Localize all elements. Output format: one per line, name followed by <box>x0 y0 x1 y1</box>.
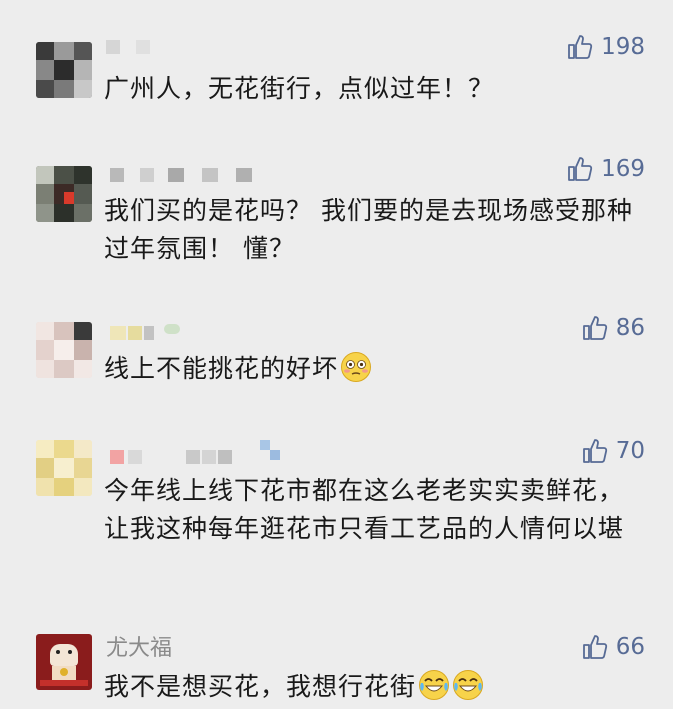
comment-text: 线上不能挑花的好坏 <box>104 350 649 388</box>
thumbs-up-icon <box>582 316 607 340</box>
comment-text: 今年线上线下花市都在这么老老实实卖鲜花，让我这种每年逛花市只看工艺品的人情何以堪 <box>104 476 625 543</box>
thumbs-up-icon <box>582 439 607 463</box>
tears-of-joy-emoji <box>453 670 484 700</box>
avatar[interactable] <box>36 634 92 690</box>
thumbs-up-icon <box>568 35 593 59</box>
avatar[interactable] <box>36 440 92 496</box>
author-name[interactable]: 尤大福 <box>106 636 172 661</box>
like-count: 169 <box>601 156 645 182</box>
thumbs-up-icon <box>568 157 593 181</box>
thumbs-up-icon <box>582 635 607 659</box>
comment-text: 我们买的是花吗？ 我们要的是去现场感受那种过年氛围！ 懂？ <box>104 196 633 263</box>
flushed-face-emoji <box>341 352 372 382</box>
comment-text: 广州人，无花街行，点似过年！？ <box>104 74 495 103</box>
comment-text: 我不是想买花，我想行花街 <box>104 668 649 706</box>
like-button[interactable]: 70 <box>582 436 645 466</box>
avatar[interactable] <box>36 322 92 378</box>
like-count: 66 <box>615 634 645 660</box>
like-button[interactable]: 86 <box>582 313 645 343</box>
avatar[interactable] <box>36 166 92 222</box>
like-button[interactable]: 169 <box>567 154 645 184</box>
like-button[interactable]: 198 <box>567 32 645 62</box>
tears-of-joy-emoji <box>419 670 450 700</box>
avatar[interactable] <box>36 42 92 98</box>
like-count: 86 <box>615 315 645 341</box>
like-button[interactable]: 66 <box>582 632 645 662</box>
like-count: 70 <box>615 438 645 464</box>
like-count: 198 <box>601 34 645 60</box>
